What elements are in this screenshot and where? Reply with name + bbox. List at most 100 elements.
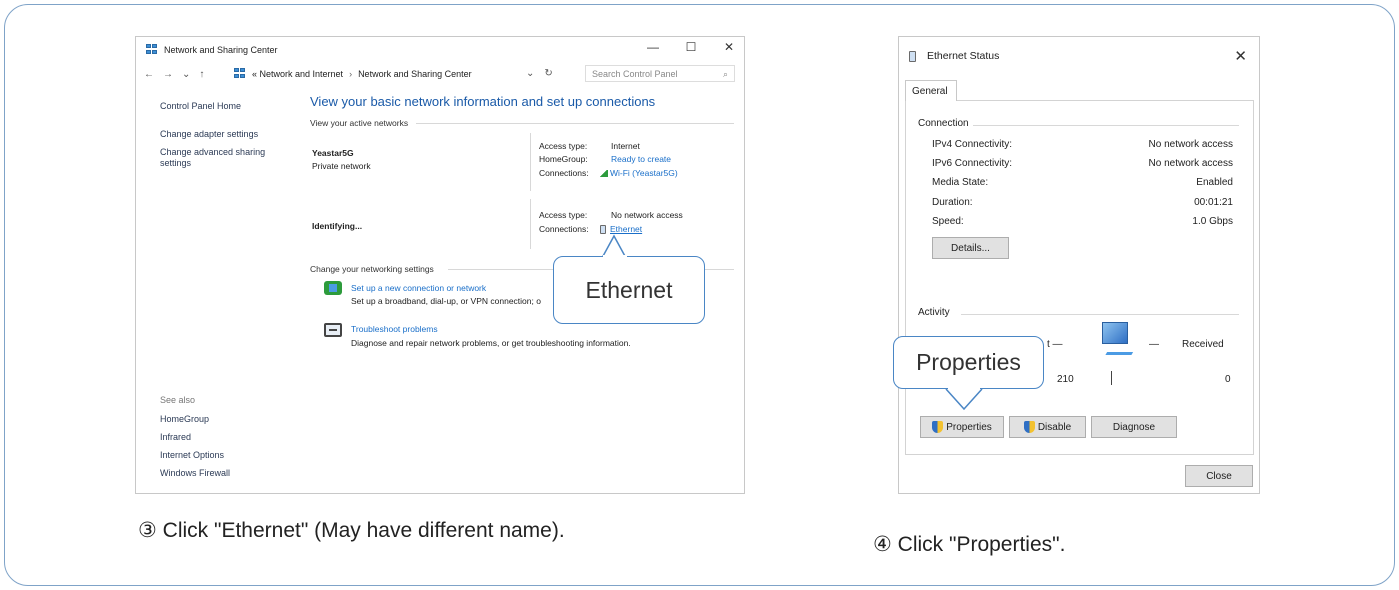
- media-state-value: Enabled: [1196, 177, 1233, 188]
- disable-button[interactable]: Disable: [1009, 416, 1086, 438]
- ipv4-label: IPv4 Connectivity:: [932, 139, 1013, 150]
- connection-group-label: Connection: [918, 118, 973, 129]
- ethernet-status-window: Ethernet Status ✕ General Connection IPv…: [898, 36, 1260, 494]
- breadcrumb-network-internet[interactable]: « Network and Internet: [252, 69, 343, 79]
- duration-label: Duration:: [932, 197, 973, 208]
- troubleshoot-link[interactable]: Troubleshoot problems: [351, 324, 438, 334]
- sidebar-change-adapter[interactable]: Change adapter settings: [160, 129, 258, 140]
- received-label: Received: [1182, 339, 1224, 350]
- breadcrumb-separator-icon: ›: [349, 68, 353, 79]
- close-button[interactable]: Close: [1185, 465, 1253, 487]
- properties-button[interactable]: Properties: [920, 416, 1004, 438]
- connections-label: Connections:: [539, 168, 589, 178]
- network-type: Private network: [312, 161, 371, 171]
- homegroup-link[interactable]: Ready to create: [611, 154, 671, 164]
- section-divider: [416, 123, 734, 124]
- ethernet-connection-link[interactable]: Ethernet: [600, 224, 642, 234]
- wifi-icon: [599, 170, 608, 177]
- sidebar-control-panel-home[interactable]: Control Panel Home: [160, 101, 241, 112]
- minimize-button[interactable]: —: [646, 40, 660, 54]
- up-arrow-icon[interactable]: ↑: [199, 69, 204, 80]
- maximize-button[interactable]: ☐: [684, 40, 698, 54]
- sidebar-homegroup[interactable]: HomeGroup: [160, 414, 209, 425]
- address-dropdown-icon[interactable]: ⌄: [526, 68, 534, 79]
- setup-connection-link[interactable]: Set up a new connection or network: [351, 283, 486, 293]
- properties-label: Properties: [946, 421, 992, 433]
- window-title: Network and Sharing Center: [164, 44, 278, 55]
- shield-icon: [932, 421, 944, 433]
- activity-group-line: [961, 314, 1239, 315]
- sidebar-advanced-sharing[interactable]: Change advanced sharing settings: [160, 147, 265, 169]
- page-title: View your basic network information and …: [310, 94, 656, 109]
- access-type-value-2: No network access: [611, 210, 683, 220]
- duration-value: 00:01:21: [1194, 197, 1233, 208]
- network-name-identifying: Identifying...: [312, 221, 363, 231]
- tab-general[interactable]: General: [905, 80, 957, 101]
- see-also-label: See also: [160, 395, 196, 405]
- ipv6-value: No network access: [1148, 158, 1233, 169]
- step3-caption: ③ Click "Ethernet" (May have different n…: [138, 519, 565, 542]
- network-divider-2: [530, 199, 531, 249]
- recent-dropdown-icon[interactable]: ⌄: [182, 69, 190, 80]
- step4-caption: ④ Click "Properties".: [873, 533, 1066, 556]
- sidebar-internet-options[interactable]: Internet Options: [160, 450, 224, 461]
- change-settings-label: Change your networking settings: [310, 264, 434, 274]
- forward-arrow-icon[interactable]: →: [163, 69, 173, 80]
- ethernet-callout: Ethernet: [553, 256, 705, 324]
- callout-gap-2: [948, 386, 980, 389]
- search-icon[interactable]: ⌕: [723, 69, 728, 79]
- refresh-icon[interactable]: ↻: [544, 68, 552, 79]
- shield-icon: [1023, 421, 1035, 433]
- sidebar-advanced-line2: settings: [160, 158, 192, 168]
- disable-label: Disable: [1037, 421, 1072, 433]
- access-type-value: Internet: [611, 141, 640, 151]
- access-type-label-2: Access type:: [539, 210, 588, 220]
- search-input[interactable]: Search Control Panel ⌕: [585, 65, 735, 82]
- network-computer-icon: [1094, 322, 1137, 362]
- activity-divider: [1111, 371, 1112, 385]
- ethernet-icon: [600, 225, 606, 234]
- dialog-title: Ethernet Status: [927, 50, 1000, 62]
- sent-label: t —: [1047, 339, 1063, 350]
- active-networks-label: View your active networks: [310, 118, 409, 128]
- sidebar-advanced-line1: Change advanced sharing: [160, 147, 266, 157]
- setup-connection-desc: Set up a broadband, dial-up, or VPN conn…: [351, 296, 541, 306]
- connections-label-2: Connections:: [539, 224, 589, 234]
- wifi-connection-label: Wi-Fi (Yeastar5G): [610, 168, 678, 178]
- close-button[interactable]: ✕: [722, 40, 736, 54]
- network-divider: [530, 133, 531, 191]
- back-arrow-icon[interactable]: ←: [144, 69, 154, 80]
- properties-callout: Properties: [893, 336, 1044, 389]
- address-actions: ⌄ ↻: [526, 68, 553, 79]
- troubleshoot-desc: Diagnose and repair network problems, or…: [351, 338, 631, 348]
- diagnose-button[interactable]: Diagnose: [1091, 416, 1177, 438]
- network-name-yeastar: Yeastar5G: [312, 148, 354, 158]
- window-controls: — ☐ ✕: [646, 40, 736, 54]
- search-placeholder: Search Control Panel: [592, 69, 678, 79]
- wifi-connection-link[interactable]: Wi-Fi (Yeastar5G): [599, 168, 678, 178]
- speed-value: 1.0 Gbps: [1192, 216, 1233, 227]
- properties-callout-pointer: [945, 388, 983, 411]
- received-bytes-value: 0: [1225, 374, 1231, 385]
- ipv6-label: IPv6 Connectivity:: [932, 158, 1013, 169]
- sidebar-infrared[interactable]: Infrared: [160, 432, 191, 443]
- breadcrumb-sharing-center[interactable]: Network and Sharing Center: [358, 69, 472, 79]
- window-title-bar: Network and Sharing Center: [146, 44, 278, 55]
- dialog-close-icon[interactable]: ✕: [1234, 47, 1247, 65]
- media-state-label: Media State:: [932, 177, 989, 188]
- setup-connection-icon: [324, 281, 342, 295]
- troubleshoot-icon: [324, 323, 342, 337]
- sidebar-windows-firewall[interactable]: Windows Firewall: [160, 468, 230, 479]
- details-button[interactable]: Details...: [932, 237, 1009, 259]
- sent-bytes-value: 210: [1057, 374, 1074, 385]
- dialog-title-bar: Ethernet Status: [909, 50, 999, 62]
- homegroup-label: HomeGroup:: [539, 154, 588, 164]
- activity-group-label: Activity: [918, 307, 954, 318]
- access-type-label: Access type:: [539, 141, 588, 151]
- address-bar[interactable]: « Network and Internet › Network and Sha…: [234, 68, 472, 79]
- nav-buttons: ← → ⌄ ↑: [144, 69, 204, 80]
- received-dash: —: [1149, 339, 1159, 350]
- speed-label: Speed:: [932, 216, 964, 227]
- connection-group-line: [969, 125, 1239, 126]
- ethernet-title-icon: [909, 50, 916, 62]
